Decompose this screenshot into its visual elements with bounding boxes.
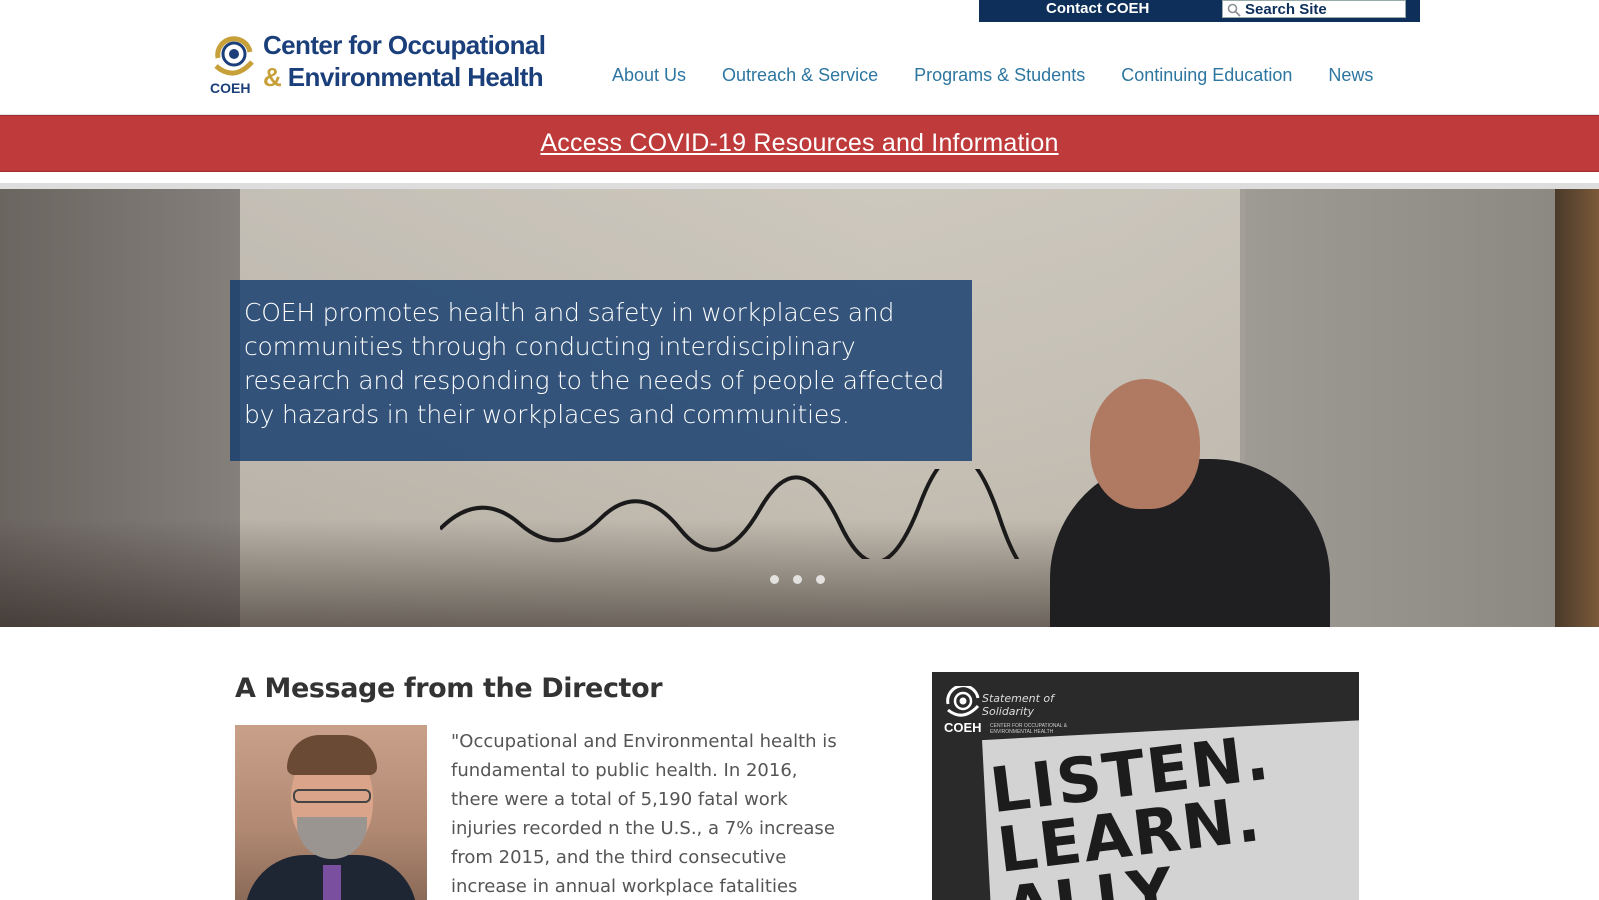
logo-title-line2: & Environmental Health [263, 62, 544, 93]
slider-dot[interactable] [816, 575, 825, 584]
main-nav: About Us Outreach & Service Programs & S… [612, 64, 1409, 86]
search-input[interactable] [1245, 1, 1395, 17]
director-portrait [235, 725, 427, 900]
hero-caption: COEH promotes health and safety in workp… [230, 280, 972, 461]
utility-bar: Contact COEH [979, 0, 1420, 22]
logo-ampersand: & [263, 62, 282, 92]
hero-caption-text: COEH promotes health and safety in workp… [244, 298, 945, 429]
nav-about-us[interactable]: About Us [612, 64, 686, 86]
slider-dot[interactable] [793, 575, 802, 584]
nav-news[interactable]: News [1328, 64, 1373, 86]
search-box[interactable] [1222, 0, 1406, 18]
logo-title-line1: Center for Occupational [263, 30, 546, 60]
solidarity-subtitle: CENTER FOR OCCUPATIONAL & ENVIRONMENTAL … [990, 723, 1068, 735]
slider-dot[interactable] [770, 575, 779, 584]
covid-resources-link[interactable]: Access COVID-19 Resources and Informatio… [540, 129, 1058, 158]
director-quote: "Occupational and Environmental health i… [451, 731, 837, 897]
solidarity-heading-line1: Statement of [982, 692, 1054, 705]
nav-continuing-education[interactable]: Continuing Education [1121, 64, 1292, 86]
hero-slider: COEH promotes health and safety in workp… [0, 189, 1599, 627]
site-logo[interactable]: COEH Center for Occupational & Environme… [210, 30, 560, 96]
logo-acronym: COEH [210, 80, 251, 96]
coeh-logo-icon [946, 686, 980, 717]
site-header: COEH Center for Occupational & Environme… [0, 22, 1599, 115]
slider-dots [770, 575, 825, 584]
search-icon [1227, 2, 1241, 17]
director-section-title: A Message from the Director [235, 673, 663, 704]
hero-photo-door [1555, 189, 1599, 627]
contact-link[interactable]: Contact COEH [1046, 0, 1149, 18]
solidarity-heading: Statement of Solidarity [982, 692, 1054, 718]
logo-title-line2-text: Environmental Health [281, 62, 544, 92]
nav-programs-students[interactable]: Programs & Students [914, 64, 1085, 86]
hero-photo-speaker-head [1090, 379, 1200, 509]
solidarity-heading-line2: Solidarity [982, 705, 1034, 718]
solidarity-statement-panel[interactable]: LISTEN. LEARN. ALLY Statement of Solidar… [932, 672, 1359, 900]
solidarity-coeh: COEH [944, 720, 982, 735]
protest-sign-text: LISTEN. LEARN. ALLY [986, 721, 1288, 900]
hero-photo-audience [0, 519, 1100, 627]
covid-banner: Access COVID-19 Resources and Informatio… [0, 115, 1599, 172]
nav-outreach-service[interactable]: Outreach & Service [722, 64, 878, 86]
